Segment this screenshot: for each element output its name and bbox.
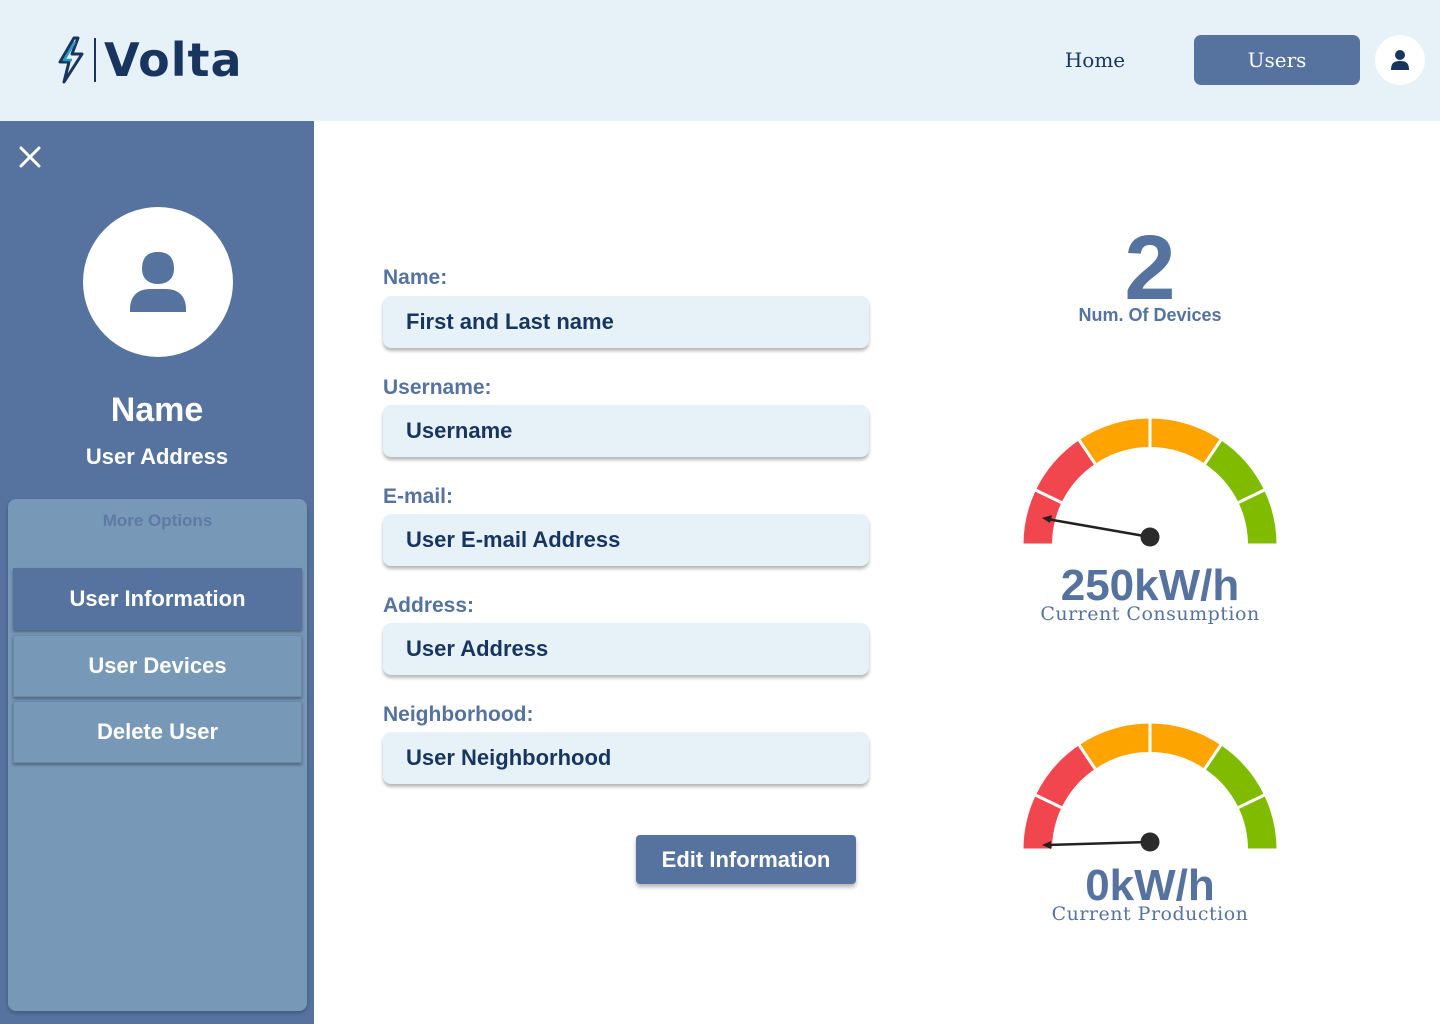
address-field[interactable]: User Address xyxy=(383,623,869,675)
user-icon xyxy=(1391,50,1409,70)
username-label: Username: xyxy=(383,376,492,399)
email-field[interactable]: User E-mail Address xyxy=(383,514,869,566)
name-field[interactable]: First and Last name xyxy=(383,296,869,348)
brand-name: Volta xyxy=(104,33,243,87)
profile-name: Name xyxy=(110,391,204,429)
user-devices-button[interactable]: User Devices xyxy=(13,635,302,697)
devices-count: 2 xyxy=(1124,217,1176,319)
close-icon xyxy=(19,146,41,168)
logo-divider xyxy=(94,38,96,82)
username-field[interactable]: Username xyxy=(383,405,869,457)
neighborhood-label: Neighborhood: xyxy=(383,703,534,726)
address-label: Address: xyxy=(383,594,475,617)
user-sidebar: Name User Address More Options User Info… xyxy=(0,121,314,1024)
brand-logo[interactable]: Volta xyxy=(54,34,243,86)
lightning-bolt-icon xyxy=(58,36,84,84)
top-header: Volta Home Users xyxy=(0,0,1440,121)
nav-users-button[interactable]: Users xyxy=(1194,35,1360,85)
account-avatar-button[interactable] xyxy=(1375,35,1425,85)
devices-count-label: Num. Of Devices xyxy=(1078,305,1222,325)
production-gauge xyxy=(1020,720,1280,852)
more-options-title: More Options xyxy=(102,511,213,530)
user-icon xyxy=(130,252,186,312)
delete-user-button[interactable]: Delete User xyxy=(13,701,302,763)
profile-address: User Address xyxy=(85,444,229,469)
consumption-label: Current Consumption xyxy=(1040,603,1260,625)
name-label: Name: xyxy=(383,266,448,289)
profile-avatar xyxy=(83,207,233,357)
more-options-panel: More Options User Information User Devic… xyxy=(8,499,307,1011)
neighborhood-field[interactable]: User Neighborhood xyxy=(383,732,869,784)
email-label: E-mail: xyxy=(383,485,454,508)
consumption-gauge xyxy=(1020,415,1280,547)
production-label: Current Production xyxy=(1051,903,1249,925)
close-sidebar-button[interactable] xyxy=(16,143,44,171)
nav-home-link[interactable]: Home xyxy=(1040,35,1150,85)
edit-information-button[interactable]: Edit Information xyxy=(636,835,856,884)
user-information-button[interactable]: User Information xyxy=(13,568,302,630)
